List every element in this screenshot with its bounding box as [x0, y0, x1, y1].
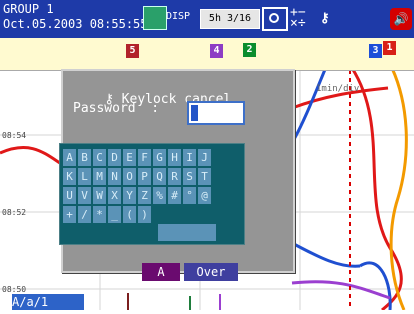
channel-marker-2: 2: [243, 43, 256, 57]
speaker-icon[interactable]: 🔊: [390, 8, 412, 30]
keyboard-key[interactable]: P: [138, 168, 151, 185]
keyboard-key[interactable]: X: [108, 187, 121, 204]
keyboard-key[interactable]: *: [93, 206, 106, 223]
keyboard-key[interactable]: R: [168, 168, 181, 185]
keylock-cancel-dialog: ⚷ Keylock cancel Password : ABCDEFGHIJKL…: [59, 69, 295, 281]
keyboard-key[interactable]: _: [108, 206, 121, 223]
keyboard-key[interactable]: Z: [138, 187, 151, 204]
keyboard-key[interactable]: @: [198, 187, 211, 204]
keyboard-key[interactable]: N: [108, 168, 121, 185]
space-key[interactable]: [158, 224, 216, 241]
input-mode-button[interactable]: A: [142, 263, 180, 281]
keyboard-key[interactable]: L: [78, 168, 91, 185]
keyboard-key[interactable]: ): [138, 206, 151, 223]
keyboard-key[interactable]: M: [93, 168, 106, 185]
time-label-0852: 08:52: [2, 208, 27, 217]
scale-label: 1min/div: [316, 84, 360, 94]
page-indicator[interactable]: 5h 3/16: [200, 9, 260, 29]
keyboard-key[interactable]: V: [78, 187, 91, 204]
keyboard-key[interactable]: G: [153, 149, 166, 166]
keyboard-key[interactable]: /: [78, 206, 91, 223]
channel-marker-4: 4: [210, 44, 223, 58]
keyboard-key[interactable]: Q: [153, 168, 166, 185]
keyboard-key[interactable]: J: [198, 149, 211, 166]
keyboard-key[interactable]: F: [138, 149, 151, 166]
time-label-0854: 08:54: [2, 131, 27, 140]
keyboard-key[interactable]: (: [123, 206, 136, 223]
keyboard-key[interactable]: D: [108, 149, 121, 166]
keyboard-key[interactable]: W: [93, 187, 106, 204]
keyboard-key[interactable]: #: [168, 187, 181, 204]
channel-marker-3: 3: [369, 44, 382, 58]
keyboard-key[interactable]: °: [183, 187, 196, 204]
keyboard-key[interactable]: I: [183, 149, 196, 166]
keyboard-key[interactable]: %: [153, 187, 166, 204]
keyboard-key[interactable]: C: [93, 149, 106, 166]
current-datetime: Oct.05.2003 08:55:55: [3, 17, 148, 31]
group-title: GROUP 1: [3, 2, 54, 16]
disp-label[interactable]: DISP: [166, 11, 190, 22]
top-status-bar: GROUP 1 Oct.05.2003 08:55:55 DISP 5h 3/1…: [0, 0, 414, 38]
key-icon[interactable]: ⚷: [320, 11, 330, 26]
channel-marker-5: 5: [126, 44, 139, 58]
keyboard-key[interactable]: S: [183, 168, 196, 185]
bottom-tab[interactable]: A/a/1: [12, 294, 84, 310]
channel-scale-strip: [0, 38, 414, 71]
math-icon[interactable]: +− ×÷: [290, 6, 314, 30]
keyboard-key[interactable]: O: [123, 168, 136, 185]
keyboard-key[interactable]: K: [63, 168, 76, 185]
keyboard-key[interactable]: U: [63, 187, 76, 204]
password-cursor: [191, 105, 198, 121]
channel-marker-1: 1: [383, 41, 396, 55]
overwrite-button[interactable]: Over: [184, 263, 238, 281]
password-label: Password :: [73, 101, 160, 116]
keyboard-key[interactable]: A: [63, 149, 76, 166]
soft-keyboard: A B C D E F G H I J K L M N O P Q R S T U V W X Y Z% # ° @ + / * _(): [59, 143, 245, 245]
camera-icon[interactable]: [262, 7, 288, 31]
keyboard-key[interactable]: H: [168, 149, 181, 166]
status-icon[interactable]: [143, 6, 167, 30]
keyboard-key[interactable]: Y: [123, 187, 136, 204]
keyboard-key[interactable]: E: [123, 149, 136, 166]
keyboard-key[interactable]: +: [63, 206, 76, 223]
password-field[interactable]: [187, 101, 245, 125]
keyboard-key[interactable]: B: [78, 149, 91, 166]
time-label-0850: 08:50: [2, 285, 27, 294]
keyboard-key[interactable]: T: [198, 168, 211, 185]
